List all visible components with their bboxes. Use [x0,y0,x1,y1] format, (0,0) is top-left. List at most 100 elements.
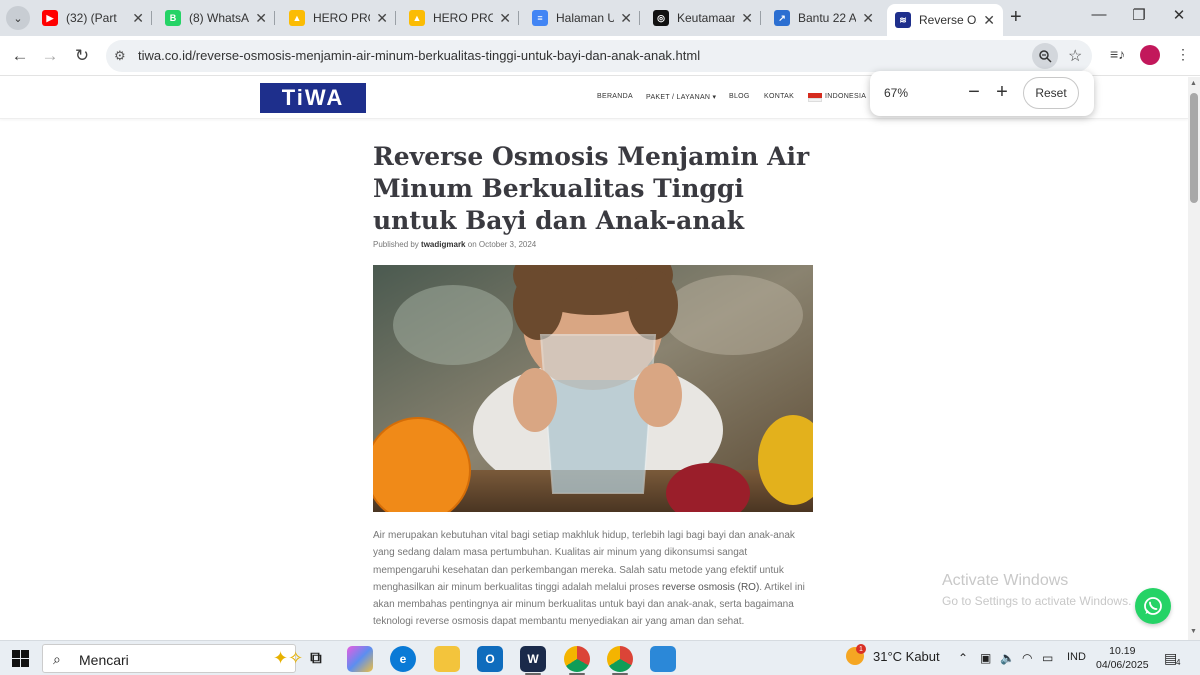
close-tab-icon[interactable]: ✕ [862,10,874,27]
tab-title: HERO PROG [313,11,370,25]
tab-separator [395,11,396,25]
browser-toolbar: ← → ↻ ⚙ tiwa.co.id/reverse-osmosis-menja… [0,36,1200,76]
reload-button[interactable]: ↻ [70,44,94,68]
google-drive-icon: ▲ [409,10,425,26]
copilot-sparkle-icon: ✦✧ [273,648,304,668]
clock-date: 04/06/2025 [1096,659,1149,671]
close-tab-icon[interactable]: ✕ [499,10,511,27]
nav-blog[interactable]: BLOG [729,93,750,100]
close-tab-icon[interactable]: ✕ [376,10,388,27]
browser-tab[interactable]: B (8) WhatsApp ✕ [157,4,275,32]
url-text[interactable]: tiwa.co.id/reverse-osmosis-menjamin-air-… [138,48,700,63]
taskbar-search-box[interactable]: ⌕ Mencari ✦✧ [42,644,303,673]
tab-title: (8) WhatsApp [189,11,250,25]
article-paragraph: Air merupakan kebutuhan vital bagi setia… [373,530,805,628]
windows-taskbar: ⌕ Mencari ✦✧ ⧉ e O W 1 31°C Kabut ⌃ ▣ 🔈 … [0,640,1200,675]
zoom-icon[interactable] [1032,43,1058,69]
nav-paket-layanan[interactable]: PAKET / LAYANAN ▾ [646,93,716,101]
zoom-reset-button[interactable]: Reset [1023,77,1079,109]
clock-time: 10.19 [1109,645,1136,657]
photos-app-icon[interactable] [650,646,676,672]
tab-title: Bantu 22 An [798,11,857,25]
tiwa-logo[interactable]: TiWA [260,83,366,113]
browser-tab[interactable]: ▶ (32) (Part ✕ [34,4,152,32]
tab-separator [639,11,640,25]
close-tab-icon[interactable]: ✕ [255,10,267,27]
close-window-button[interactable]: ✕ [1156,6,1200,24]
google-docs-icon: ≡ [532,10,548,26]
battery-icon[interactable]: ▭ [1042,651,1053,665]
reverse-osmosis-link[interactable]: reverse osmosis (RO) [662,582,759,593]
close-tab-icon[interactable]: ✕ [741,10,753,27]
nav-kontak[interactable]: KONTAK [764,93,794,100]
app-icon: ↗ [774,10,790,26]
tab-title: Reverse Osm [919,13,977,27]
browser-tab[interactable]: ▲ HERO PROG ✕ [281,4,396,32]
browser-tab[interactable]: ▲ HERO PROG ✕ [401,4,519,32]
site-info-icon[interactable]: ⚙ [114,48,126,64]
weather-text[interactable]: 31°C Kabut [873,649,940,664]
page-scrollbar[interactable]: ▲ ▼ [1188,77,1200,640]
author-link[interactable]: twadigmark [421,240,465,249]
tab-strip: ⌄ ▶(32) (Part✕B(8) WhatsApp✕▲HERO PROG✕▲… [0,0,1200,36]
back-button[interactable]: ← [8,44,32,68]
tab-search-button[interactable]: ⌄ [6,6,30,30]
close-tab-icon[interactable]: ✕ [983,12,995,29]
device-icon[interactable]: ▣ [980,651,991,665]
file-explorer-icon[interactable] [434,646,460,672]
browser-tab[interactable]: ↗ Bantu 22 An ✕ [766,4,882,32]
tab-separator [760,11,761,25]
whatsapp-business-icon: B [165,10,181,26]
tab-title: Halaman Uta [556,11,615,25]
notification-count: 4 [1176,658,1181,667]
zoom-in-button[interactable]: + [990,80,1014,104]
article-meta: Published by twadigmark on October 3, 20… [373,240,536,249]
tab-title: Keutamaan P [677,11,736,25]
bookmark-star-icon[interactable]: ☆ [1068,46,1082,66]
tiwa-icon: ≋ [895,12,911,28]
chrome-icon[interactable] [564,646,590,672]
close-tab-icon[interactable]: ✕ [132,10,144,27]
start-button[interactable] [12,650,29,667]
profile-avatar[interactable] [1140,45,1160,65]
tab-separator [151,11,152,25]
new-tab-button[interactable]: + [1010,6,1022,29]
weather-alert-badge: 1 [856,644,866,654]
close-tab-icon[interactable]: ✕ [620,10,632,27]
reading-list-icon[interactable]: ≡♪ [1110,46,1125,62]
address-bar[interactable]: ⚙ tiwa.co.id/reverse-osmosis-menjamin-ai… [106,40,1092,72]
browser-tab[interactable]: ≋ Reverse Osm ✕ [887,4,1003,36]
chrome-profile-icon[interactable] [607,646,633,672]
scroll-down-arrow[interactable]: ▼ [1190,628,1197,635]
browser-tab[interactable]: ≡ Halaman Uta ✕ [524,4,640,32]
wifi-icon[interactable]: ◠ [1022,651,1032,665]
youtube-icon: ▶ [42,10,58,26]
search-icon: ⌕ [53,651,61,667]
edge-browser-icon[interactable]: e [390,646,416,672]
tab-separator [518,11,519,25]
store-app-icon[interactable]: W [520,646,546,672]
zoom-out-button[interactable]: − [962,80,986,104]
nav-language[interactable]: INDONESIA [825,93,866,100]
whatsapp-float-button[interactable] [1135,588,1171,624]
language-indicator[interactable]: IND [1067,651,1086,663]
web-page: TiWA BERANDA PAKET / LAYANAN ▾ BLOG KONT… [0,77,1188,640]
tab-separator [274,11,275,25]
volume-icon[interactable]: 🔈 [1000,651,1015,665]
hero-image-child-drinking-water [373,265,813,512]
scroll-thumb[interactable] [1190,93,1198,203]
forward-button[interactable]: → [38,44,62,68]
menu-kebab-icon[interactable]: ⋮ [1176,46,1190,63]
meta-prefix: Published by [373,240,419,249]
zoom-value: 67% [884,86,909,100]
tab-title: (32) (Part [66,11,117,25]
outlook-icon[interactable]: O [477,646,503,672]
task-view-icon[interactable]: ⧉ [303,646,329,672]
system-clock[interactable]: 10.19 04/06/2025 [1096,644,1149,672]
whatsapp-icon [1144,597,1162,615]
copilot-app-icon[interactable] [347,646,373,672]
show-hidden-icons-chevron[interactable]: ⌃ [958,651,968,665]
nav-beranda[interactable]: BERANDA [597,93,633,100]
browser-tab[interactable]: ◎ Keutamaan P ✕ [645,4,761,32]
scroll-up-arrow[interactable]: ▲ [1190,80,1197,87]
